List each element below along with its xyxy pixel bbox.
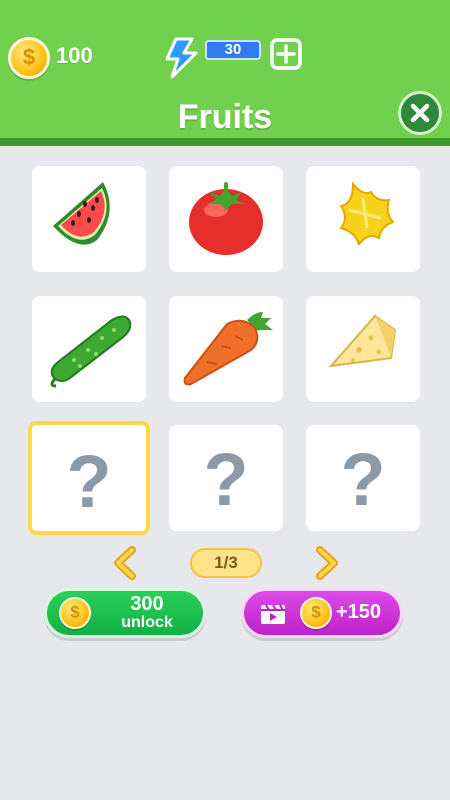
watch-video-button[interactable]: +150 bbox=[241, 588, 403, 638]
add-energy-button[interactable] bbox=[270, 38, 302, 70]
item-card-cucumber[interactable] bbox=[32, 296, 146, 402]
unlock-label: unlock bbox=[121, 614, 173, 631]
energy-count: 30 bbox=[205, 40, 261, 60]
question-mark-icon: ? bbox=[203, 438, 249, 521]
question-mark-icon: ? bbox=[66, 440, 112, 523]
page-indicator: 1/3 bbox=[190, 548, 262, 578]
item-card-locked-2[interactable]: ? bbox=[169, 425, 283, 531]
cheese-icon bbox=[328, 314, 397, 368]
coin-icon bbox=[59, 597, 91, 629]
energy-bolt-icon bbox=[165, 37, 198, 79]
coin-balance: 100 bbox=[56, 43, 93, 68]
header-shade bbox=[0, 138, 450, 146]
prev-page-button[interactable] bbox=[110, 546, 142, 580]
starfruit-icon bbox=[339, 181, 395, 247]
close-button[interactable] bbox=[398, 91, 442, 135]
close-icon bbox=[410, 103, 430, 123]
unlock-button[interactable]: 300 unlock bbox=[44, 588, 206, 638]
item-card-tomato[interactable] bbox=[169, 166, 283, 272]
carrot-icon bbox=[183, 312, 273, 386]
next-page-button[interactable] bbox=[310, 546, 342, 580]
tomato-icon bbox=[189, 182, 263, 255]
item-card-locked-1[interactable]: ? bbox=[28, 421, 150, 535]
page-title: Fruits bbox=[177, 98, 273, 136]
coin-icon bbox=[300, 597, 332, 629]
coin-icon bbox=[8, 37, 50, 79]
unlock-price: 300 bbox=[130, 593, 164, 615]
video-reward: +150 bbox=[336, 601, 382, 623]
item-card-starfruit[interactable] bbox=[306, 166, 420, 272]
item-card-locked-3[interactable]: ? bbox=[306, 425, 420, 531]
question-mark-icon: ? bbox=[340, 438, 386, 521]
cucumber-icon bbox=[50, 315, 132, 388]
video-icon bbox=[261, 604, 285, 624]
item-card-watermelon[interactable] bbox=[32, 166, 146, 272]
item-card-cheese[interactable] bbox=[306, 296, 420, 402]
item-card-carrot[interactable] bbox=[169, 296, 283, 402]
watermelon-icon bbox=[53, 182, 110, 245]
